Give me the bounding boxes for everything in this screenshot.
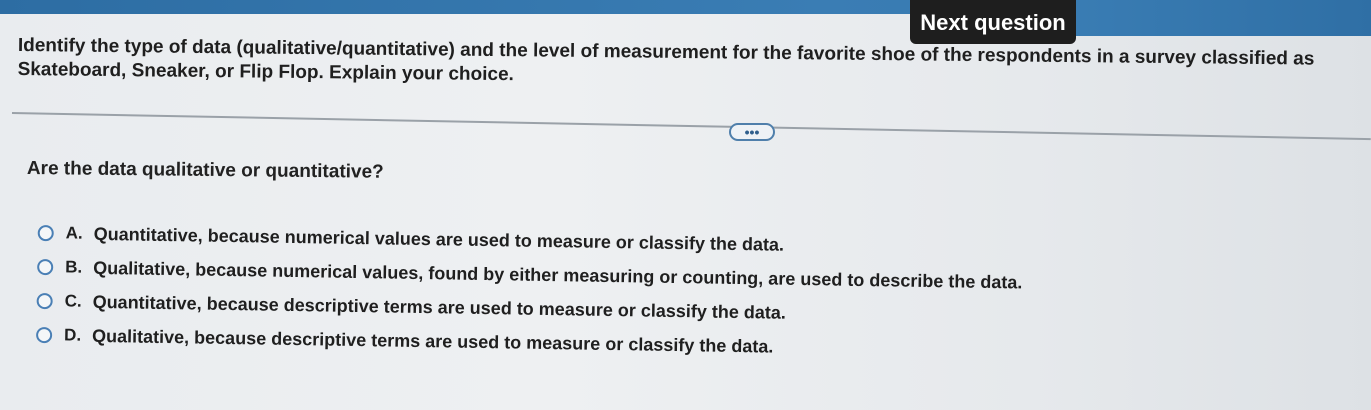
option-c-text[interactable]: Quantitative, because descriptive terms … [92, 291, 787, 323]
option-d-text[interactable]: Qualitative, because descriptive terms a… [92, 325, 774, 357]
divider-line [11, 112, 1371, 141]
option-a-letter: A. [65, 223, 83, 243]
radio-button-d[interactable] [36, 326, 53, 344]
option-d-letter: D. [63, 325, 82, 345]
option-a-text[interactable]: Quantitative, because numerical values a… [94, 223, 785, 255]
question-prompt: Identify the type of data (qualitative/q… [17, 34, 1315, 86]
radio-button-a[interactable] [37, 224, 54, 242]
next-question-button[interactable]: Next question [910, 0, 1076, 44]
expand-more-button[interactable]: ••• [729, 123, 775, 141]
top-banner-right [1060, 0, 1371, 36]
option-b-letter: B. [65, 257, 83, 277]
question-text: Are the data qualitative or quantitative… [26, 158, 384, 183]
radio-button-b[interactable] [37, 258, 54, 276]
option-c-letter: C. [64, 291, 82, 311]
answer-options: A. Quantitative, because numerical value… [36, 216, 1023, 367]
radio-button-c[interactable] [36, 292, 53, 310]
